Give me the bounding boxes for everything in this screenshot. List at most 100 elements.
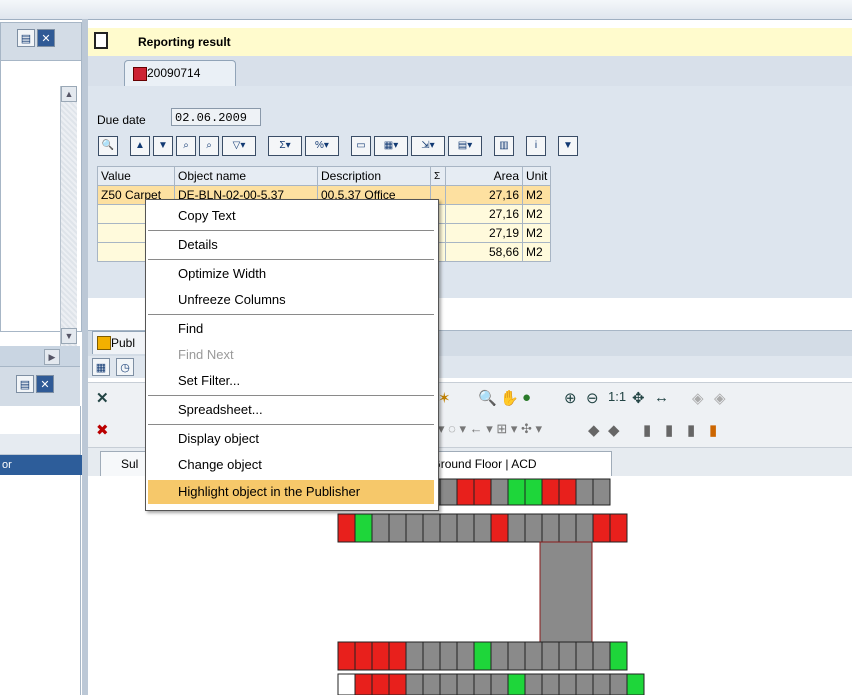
- left-panel2-selected-item[interactable]: or: [0, 455, 82, 475]
- cell-area[interactable]: 27,16: [445, 185, 523, 205]
- zoom-1to1-label[interactable]: 1:1: [608, 389, 626, 404]
- menu-item-find-next: Find Next: [178, 347, 234, 362]
- menu-item-change-object[interactable]: Change object: [148, 453, 434, 477]
- col-object-name[interactable]: Object name: [174, 166, 318, 186]
- alv-toolbar: 🔍 ▲ ▼ ⌕ ⌕ ▽▾ Σ▾ %▾ ▭ ▦▾ ⇲▾ ▤▾ ▥ i ▼: [98, 136, 578, 158]
- menu-item-details[interactable]: Details: [148, 233, 434, 257]
- room: [507, 478, 526, 506]
- due-date-field[interactable]: 02.06.2009: [171, 108, 261, 126]
- details-icon[interactable]: 🔍: [98, 136, 118, 156]
- cell-area[interactable]: 27,16: [445, 204, 523, 224]
- red-tool4-icon[interactable]: ▮: [709, 421, 717, 439]
- filter2-icon[interactable]: ▼: [558, 136, 578, 156]
- subtotal-icon[interactable]: %▾: [305, 136, 339, 156]
- room: [337, 641, 356, 671]
- next-icon[interactable]: ◈: [714, 389, 726, 407]
- room: [558, 513, 577, 543]
- red-tool2-icon[interactable]: ▮: [665, 421, 673, 439]
- cell-area[interactable]: 58,66: [445, 242, 523, 262]
- col-value[interactable]: Value: [97, 166, 175, 186]
- room: [592, 513, 611, 543]
- scroll-down-icon[interactable]: ▼: [61, 328, 77, 344]
- pan-hand-icon[interactable]: ✋: [500, 389, 519, 407]
- cell-area[interactable]: 27,19: [445, 223, 523, 243]
- room: [541, 478, 560, 506]
- room: [439, 641, 458, 671]
- document-icon: [94, 32, 108, 49]
- col-area[interactable]: Area: [445, 166, 523, 186]
- sort-desc-icon[interactable]: ▼: [153, 136, 173, 156]
- close2-icon[interactable]: ✕: [36, 375, 54, 393]
- close-icon[interactable]: ✕: [37, 29, 55, 47]
- globe-icon[interactable]: ●: [522, 389, 531, 406]
- export-icon[interactable]: ⇲▾: [411, 136, 445, 156]
- find-next-icon[interactable]: ⌕: [199, 136, 219, 156]
- scroll-up-icon[interactable]: ▲: [61, 86, 77, 102]
- info-icon[interactable]: i: [526, 136, 546, 156]
- room: [558, 673, 577, 696]
- doc-tab1-label: Sul: [121, 457, 139, 471]
- prev-icon[interactable]: ◈: [692, 389, 704, 407]
- fit-width-icon[interactable]: ↔: [654, 389, 669, 406]
- calendar-icon[interactable]: ▦: [92, 358, 110, 376]
- room: [354, 513, 373, 543]
- layout-icon[interactable]: ▤: [17, 29, 35, 47]
- tab-20090714[interactable]: 20090714: [124, 60, 236, 87]
- star-icon[interactable]: ✶: [438, 389, 451, 407]
- room: [422, 673, 441, 696]
- menu-item-display-object[interactable]: Display object: [148, 427, 434, 451]
- cell-unit[interactable]: M2: [521, 185, 552, 205]
- left-panel-2: or: [0, 406, 82, 695]
- menu-item-optimize-width[interactable]: Optimize Width: [148, 262, 434, 286]
- room: [456, 513, 475, 543]
- layer2-icon[interactable]: ◆: [608, 421, 620, 439]
- tool-red-icon[interactable]: ✖: [96, 421, 109, 439]
- menu-item-highlight-object[interactable]: Highlight object in the Publisher: [148, 480, 434, 504]
- room: [371, 513, 390, 543]
- room: [524, 641, 543, 671]
- scroll-right-icon[interactable]: ▶: [44, 349, 60, 365]
- sum-icon[interactable]: Σ▾: [268, 136, 302, 156]
- col-unit[interactable]: Unit: [521, 166, 552, 186]
- menu-item-copy-text[interactable]: Copy Text: [148, 204, 434, 228]
- cell-unit[interactable]: M2: [521, 204, 552, 224]
- zoom-in-icon[interactable]: ⊕: [564, 389, 577, 407]
- filter-icon[interactable]: ▽▾: [222, 136, 256, 156]
- move-icon[interactable]: ✥: [632, 389, 645, 407]
- graphic-icon[interactable]: ▥: [494, 136, 514, 156]
- views-icon[interactable]: ▦▾: [374, 136, 408, 156]
- top-strip: [0, 0, 852, 20]
- col-sum[interactable]: Σ: [430, 166, 446, 186]
- cell-unit[interactable]: M2: [521, 223, 552, 243]
- sort-asc-icon[interactable]: ▲: [130, 136, 150, 156]
- col-description[interactable]: Description: [317, 166, 431, 186]
- context-menu: Copy Text Details Optimize Width Unfreez…: [145, 199, 439, 511]
- layer-icon[interactable]: ◆: [588, 421, 600, 439]
- draw-tools-icon[interactable]: ▾ ◌ ▾ ← ▾ ⊞ ▾ ✣ ▾: [438, 421, 542, 437]
- cell-unit[interactable]: M2: [521, 242, 552, 262]
- room: [626, 673, 645, 696]
- red-tool3-icon[interactable]: ▮: [687, 421, 695, 439]
- red-tool-icon[interactable]: ▮: [643, 421, 651, 439]
- menu-item-spreadsheet[interactable]: Spreadsheet...: [148, 398, 434, 422]
- floor-plan-rooms: [337, 478, 645, 696]
- zoom-out-icon[interactable]: ⊖: [586, 389, 599, 407]
- delete-icon[interactable]: ✕: [96, 389, 109, 407]
- layout-select-icon[interactable]: ▤▾: [448, 136, 482, 156]
- menu-item-set-filter[interactable]: Set Filter...: [148, 369, 434, 393]
- page-title: Reporting result: [138, 35, 231, 49]
- clock-icon[interactable]: ◷: [116, 358, 134, 376]
- left-scrollbar[interactable]: ▲ ▼: [60, 86, 77, 346]
- room: [541, 641, 560, 671]
- left-splitter[interactable]: ▶: [0, 346, 80, 366]
- room: [473, 673, 492, 696]
- find-icon[interactable]: ⌕: [176, 136, 196, 156]
- report-icon: [133, 67, 147, 81]
- zoom-icon[interactable]: 🔍: [478, 389, 497, 407]
- menu-item-unfreeze-columns[interactable]: Unfreeze Columns: [148, 288, 434, 312]
- title-bar: Reporting result: [88, 28, 852, 57]
- print-icon[interactable]: ▭: [351, 136, 371, 156]
- room: [473, 641, 492, 671]
- menu-item-find[interactable]: Find: [148, 317, 434, 341]
- layout2-icon[interactable]: ▤: [16, 375, 34, 393]
